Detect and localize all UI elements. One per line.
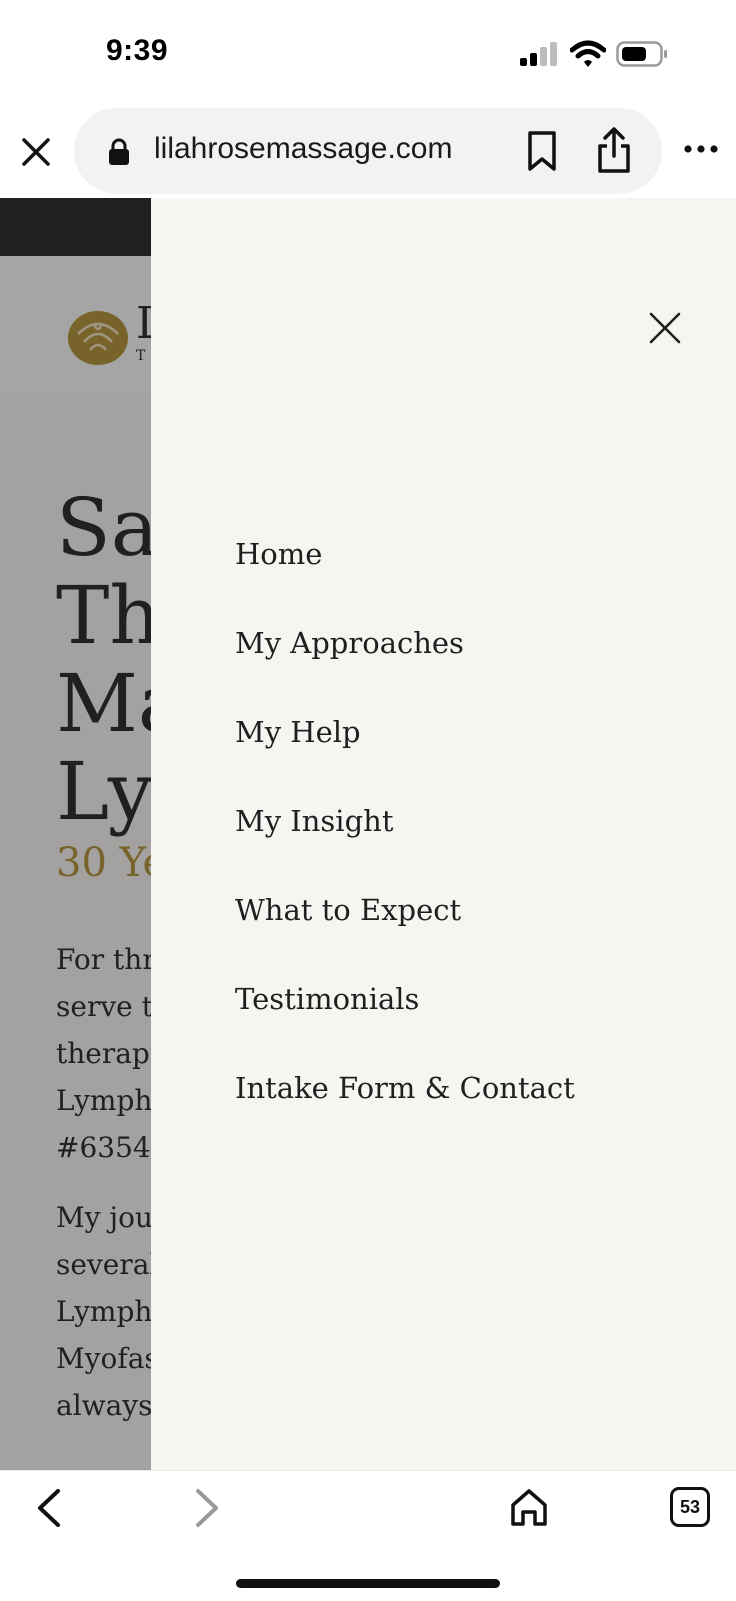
back-icon[interactable] <box>34 1487 64 1529</box>
menu-item-what-to-expect[interactable]: What to Expect <box>235 890 575 979</box>
menu-close-icon[interactable] <box>647 310 683 346</box>
home-icon[interactable] <box>510 1487 548 1527</box>
share-icon[interactable] <box>596 126 632 174</box>
home-indicator <box>236 1579 500 1588</box>
battery-icon <box>616 41 667 67</box>
status-time: 9:39 <box>106 34 169 67</box>
lock-icon <box>109 138 129 165</box>
browser-toolbar: 53 <box>0 1470 736 1601</box>
menu-item-intake-form-contact[interactable]: Intake Form & Contact <box>235 1068 575 1157</box>
more-icon[interactable] <box>684 142 718 156</box>
navigation-menu-panel: Home My Approaches My Help My Insight Wh… <box>151 198 736 1470</box>
url-text: lilahrosemassage.com <box>154 132 453 165</box>
tabs-count-button[interactable]: 53 <box>670 1487 710 1527</box>
url-field[interactable]: lilahrosemassage.com <box>74 108 662 194</box>
menu-item-my-insight[interactable]: My Insight <box>235 801 575 890</box>
menu-item-home[interactable]: Home <box>235 534 575 623</box>
menu-item-testimonials[interactable]: Testimonials <box>235 979 575 1068</box>
menu-list: Home My Approaches My Help My Insight Wh… <box>235 534 575 1157</box>
browser-address-bar: lilahrosemassage.com <box>0 100 736 198</box>
close-icon[interactable] <box>18 134 54 170</box>
forward-icon[interactable] <box>192 1487 222 1529</box>
menu-item-my-help[interactable]: My Help <box>235 712 575 801</box>
menu-item-my-approaches[interactable]: My Approaches <box>235 623 575 712</box>
cellular-signal-icon <box>520 42 557 66</box>
bookmark-icon[interactable] <box>526 130 558 172</box>
status-bar: 9:39 <box>0 0 736 100</box>
wifi-icon <box>570 40 606 67</box>
